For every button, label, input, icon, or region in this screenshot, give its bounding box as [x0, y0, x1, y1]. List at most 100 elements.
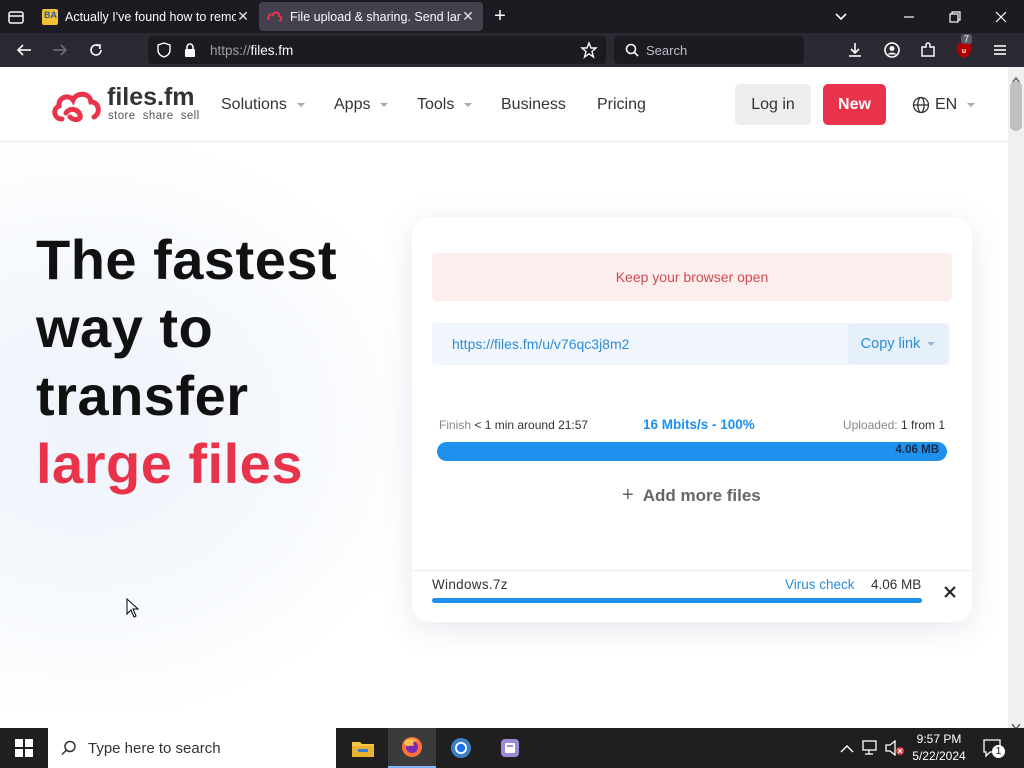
file-size: 4.06 MB [871, 577, 922, 592]
login-button[interactable]: Log in [735, 84, 811, 125]
nav-label: Business [501, 96, 566, 113]
tab-close-icon[interactable]: ✕ [461, 8, 475, 25]
windows-start-icon[interactable] [0, 728, 48, 768]
nav-solutions[interactable]: Solutions [221, 96, 305, 114]
close-window-icon[interactable] [992, 8, 1010, 26]
file-progress-bar [432, 598, 922, 603]
files-fm-logo[interactable]: files.fm store share sell [52, 83, 202, 125]
bookmark-star-icon[interactable] [580, 41, 598, 64]
notepad-app-icon[interactable] [486, 728, 534, 768]
svg-text:u: u [962, 48, 966, 55]
file-progress-fill [432, 598, 922, 603]
minimize-icon[interactable] [900, 8, 918, 26]
tab-close-icon[interactable]: ✕ [236, 8, 250, 25]
nav-tools[interactable]: Tools [417, 96, 473, 114]
url-scheme: https:// [210, 43, 251, 58]
scrollbar-thumb[interactable] [1010, 81, 1022, 131]
keep-browser-open-notice: Keep your browser open [432, 253, 952, 301]
finish-label: Finish [439, 418, 472, 432]
forward-icon[interactable] [49, 39, 71, 61]
clock[interactable]: 9:57 PM 5/22/2024 [910, 731, 968, 765]
remove-file-icon[interactable] [943, 585, 957, 599]
show-hidden-icons-icon[interactable] [840, 741, 854, 759]
volume-muted-icon[interactable] [885, 739, 905, 761]
browser-tab-strip: BA Actually I've found how to remo ✕ Fil… [0, 0, 1024, 33]
account-icon[interactable] [881, 39, 903, 61]
lock-icon[interactable] [183, 42, 197, 63]
list-all-tabs-icon[interactable] [832, 8, 850, 26]
search-field[interactable]: Search [614, 36, 804, 64]
windows-taskbar: Type here to search 9:57 PM 5/22/2024 1 [0, 728, 1024, 768]
add-more-label: Add more files [642, 485, 761, 505]
uploaded-label: Uploaded: [842, 418, 898, 432]
upload-progress-fill [437, 442, 947, 461]
restore-icon[interactable] [946, 8, 964, 26]
share-link-box: https://files.fm/u/v76qc3j8m2 Copy link [432, 323, 950, 365]
chrome-taskbar-icon[interactable] [437, 728, 485, 768]
address-bar[interactable]: https://files.fm [148, 36, 606, 64]
reload-icon[interactable] [85, 39, 107, 61]
nav-label: Apps [334, 96, 371, 113]
tab-label: File upload & sharing. Send larg [290, 9, 461, 24]
hero-line-2: way to [36, 296, 214, 359]
tab-label: Actually I've found how to remo [65, 9, 236, 24]
clock-time: 9:57 PM [916, 732, 962, 746]
new-tab-icon[interactable]: + [490, 6, 510, 26]
extensions-icon[interactable] [917, 39, 939, 61]
search-icon [61, 740, 76, 756]
logo-name: files.fm [107, 83, 195, 111]
mouse-cursor-icon [126, 597, 140, 623]
nav-apps[interactable]: Apps [334, 96, 389, 114]
page-viewport: files.fm store share sell Solutions Apps… [0, 67, 1008, 728]
uploaded-status: Uploaded: 1 from 1 [843, 418, 945, 432]
tab-overview-icon[interactable] [6, 7, 26, 27]
tab-actually-found[interactable]: BA Actually I've found how to remo ✕ [34, 2, 258, 31]
globe-icon [912, 96, 930, 114]
ublock-shield-icon[interactable]: u 7 [953, 34, 975, 61]
new-button[interactable]: New [823, 84, 886, 125]
share-link[interactable]: https://files.fm/u/v76qc3j8m2 [452, 336, 629, 352]
logo-tagline: store share sell [108, 110, 200, 122]
downloads-icon[interactable] [844, 39, 866, 61]
caret-down-icon [927, 342, 936, 346]
nav-business[interactable]: Business [501, 96, 566, 114]
hero-line-1: The fastest [36, 228, 338, 291]
network-icon[interactable] [862, 740, 880, 761]
files-fm-favicon-icon [267, 9, 283, 25]
copy-link-button[interactable]: Copy link [848, 324, 948, 364]
add-more-files-button[interactable]: + Add more files [622, 484, 761, 507]
progress-size: 4.06 MB [895, 444, 939, 456]
search-placeholder: Search [646, 43, 688, 58]
clock-date: 5/22/2024 [912, 749, 966, 763]
search-icon [624, 42, 640, 61]
nav-label: Solutions [221, 96, 287, 113]
taskbar-search-placeholder: Type here to search [88, 739, 221, 757]
taskbar-search-box[interactable]: Type here to search [48, 728, 336, 768]
finish-value: < 1 min around 21:57 [474, 418, 589, 432]
copy-link-label: Copy link [860, 336, 921, 352]
notification-center-icon[interactable]: 1 [982, 738, 1005, 763]
back-icon[interactable] [13, 39, 35, 61]
finish-status: Finish < 1 min around 21:57 [439, 418, 588, 432]
hero-line-3: transfer [36, 364, 249, 427]
virus-check-link[interactable]: Virus check [785, 577, 855, 592]
page-scrollbar[interactable] [1008, 67, 1024, 731]
file-explorer-icon[interactable] [339, 728, 387, 768]
plus-icon: + [622, 484, 634, 506]
file-row: Windows.7z Virus check 4.06 MB [412, 570, 972, 622]
upload-progress-bar: 4.06 MB [437, 442, 947, 461]
nav-label: Tools [417, 96, 455, 113]
menu-hamburger-icon[interactable] [989, 39, 1011, 61]
hero-line-4: large files [36, 432, 303, 495]
url-text[interactable]: https://files.fm [210, 43, 293, 58]
browser-toolbar: https://files.fm Search u 7 [0, 33, 1024, 67]
tab-files-fm[interactable]: File upload & sharing. Send larg ✕ [259, 2, 483, 31]
firefox-taskbar-icon[interactable] [388, 728, 436, 768]
file-name: Windows.7z [432, 577, 508, 592]
nav-label: Pricing [597, 96, 646, 113]
tracking-protection-shield-icon[interactable] [156, 42, 172, 63]
nav-pricing[interactable]: Pricing [597, 96, 646, 114]
site-header: files.fm store share sell Solutions Apps… [0, 67, 1008, 142]
language-selector[interactable]: EN [912, 96, 976, 114]
url-host: files.fm [250, 43, 294, 58]
